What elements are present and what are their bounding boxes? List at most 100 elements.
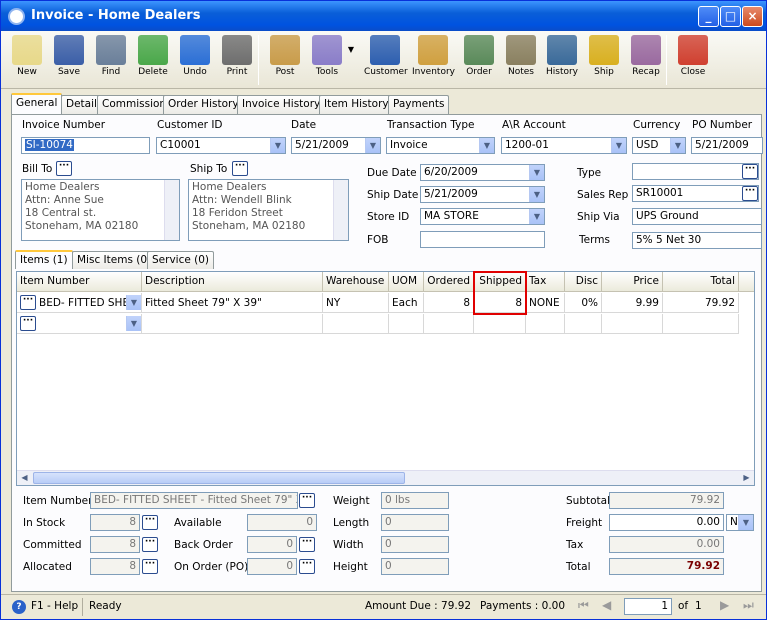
in-stock-ellipsis-button[interactable]: ···: [142, 515, 158, 530]
maximize-button[interactable]: □: [720, 6, 741, 27]
column-header-tax[interactable]: Tax: [526, 272, 565, 292]
due-date-select[interactable]: 6/20/2009 ▼: [420, 164, 545, 181]
column-header-total[interactable]: Total: [663, 272, 739, 292]
cell-description[interactable]: Fitted Sheet 79" X 39": [142, 293, 323, 313]
chevron-down-icon[interactable]: ▼: [738, 515, 753, 530]
cell-item-number[interactable]: ··· ▼: [17, 314, 142, 334]
scroll-right-button[interactable]: ▶: [739, 471, 754, 485]
tools-button[interactable]: Tools ▼: [306, 33, 354, 87]
order-button[interactable]: Order: [458, 33, 500, 87]
bill-to-ellipsis-button[interactable]: ···: [56, 161, 72, 176]
freight-code-select[interactable]: N ▼: [726, 514, 754, 531]
cell-warehouse[interactable]: [323, 314, 389, 334]
column-header-disc[interactable]: Disc: [565, 272, 602, 292]
print-button[interactable]: Print: [216, 33, 258, 87]
store-id-select[interactable]: MA STORE ▼: [420, 208, 545, 225]
type-ellipsis-button[interactable]: ···: [742, 164, 758, 179]
cell-disc[interactable]: 0%: [565, 293, 602, 313]
chevron-down-icon[interactable]: ▼: [270, 138, 285, 153]
cell-warehouse[interactable]: NY: [323, 293, 389, 313]
scroll-left-button[interactable]: ◀: [17, 471, 32, 485]
cell-disc[interactable]: [565, 314, 602, 334]
chevron-down-icon[interactable]: ▼: [529, 165, 544, 180]
terms-field[interactable]: 5% 5 Net 30: [632, 232, 762, 249]
history-button[interactable]: History: [541, 33, 583, 87]
cell-total[interactable]: [663, 314, 739, 334]
chevron-down-icon[interactable]: ▼: [479, 138, 494, 153]
post-button[interactable]: Post: [264, 33, 306, 87]
subtab-misc-items[interactable]: Misc Items (0): [72, 251, 157, 269]
ship-button[interactable]: Ship: [583, 33, 625, 87]
item-number-ellipsis-button[interactable]: ···: [299, 493, 315, 508]
ship-via-field[interactable]: UPS Ground: [632, 208, 762, 225]
tab-invoice-history[interactable]: Invoice History: [237, 95, 326, 114]
invoice-number-field[interactable]: SI-10074: [21, 137, 150, 154]
tab-order-history[interactable]: Order History: [163, 95, 244, 114]
minimize-button[interactable]: _: [698, 6, 719, 27]
ship-date-select[interactable]: 5/21/2009 ▼: [420, 186, 545, 203]
freight-field[interactable]: 0.00: [609, 514, 724, 531]
cell-price[interactable]: 9.99: [602, 293, 663, 313]
cell-tax[interactable]: NONE: [526, 293, 565, 313]
prev-page-icon[interactable]: ◀: [602, 598, 611, 612]
subtab-service[interactable]: Service (0): [147, 251, 215, 269]
column-header-price[interactable]: Price: [602, 272, 663, 292]
chevron-down-icon[interactable]: ▼: [348, 45, 354, 54]
ship-to-address[interactable]: Home Dealers Attn: Wendell Blink 18 Feri…: [188, 179, 349, 241]
page-number-field[interactable]: 1: [624, 598, 672, 615]
first-page-icon[interactable]: ⏮: [578, 598, 589, 613]
customer-button[interactable]: Customer: [364, 33, 408, 87]
chevron-down-icon[interactable]: ▼: [365, 138, 380, 153]
cell-uom[interactable]: [389, 314, 424, 334]
fob-field[interactable]: [420, 231, 545, 248]
help-icon[interactable]: ?: [12, 600, 26, 614]
type-field[interactable]: [632, 163, 759, 180]
tab-detail[interactable]: Detail: [61, 95, 102, 114]
ar-account-select[interactable]: 1200-01 ▼: [501, 137, 627, 154]
ship-to-ellipsis-button[interactable]: ···: [232, 161, 248, 176]
on-order-ellipsis-button[interactable]: ···: [299, 559, 315, 574]
cell-uom[interactable]: Each: [389, 293, 424, 313]
po-number-field[interactable]: 5/21/2009: [691, 137, 763, 154]
delete-button[interactable]: Delete: [132, 33, 174, 87]
tab-general[interactable]: General: [11, 93, 63, 115]
address-scrollbar[interactable]: [333, 180, 348, 240]
chevron-down-icon[interactable]: ▼: [529, 187, 544, 202]
customer-id-select[interactable]: C10001 ▼: [156, 137, 286, 154]
ellipsis-icon[interactable]: ···: [20, 316, 36, 331]
address-scrollbar[interactable]: [164, 180, 179, 240]
back-order-ellipsis-button[interactable]: ···: [299, 537, 315, 552]
ellipsis-icon[interactable]: ···: [20, 295, 36, 310]
column-header-item-number[interactable]: Item Number: [17, 272, 142, 292]
column-header-description[interactable]: Description: [142, 272, 323, 292]
undo-button[interactable]: Undo: [174, 33, 216, 87]
tab-payments[interactable]: Payments: [388, 95, 450, 114]
tab-item-history[interactable]: Item History: [319, 95, 394, 114]
cell-shipped[interactable]: [474, 314, 526, 334]
cell-item-number[interactable]: ··· ▼ BED- FITTED SHEE: [17, 293, 142, 313]
horizontal-scrollbar[interactable]: ◀ ▶: [17, 470, 754, 485]
item-number-field[interactable]: BED- FITTED SHEET - Fitted Sheet 79" X 3…: [90, 492, 298, 509]
column-header-warehouse[interactable]: Warehouse: [323, 272, 389, 292]
next-page-icon[interactable]: ▶: [720, 598, 729, 612]
scroll-thumb[interactable]: [33, 472, 405, 484]
sales-rep-field[interactable]: SR10001: [632, 185, 759, 202]
column-header-uom[interactable]: UOM: [389, 272, 424, 292]
tab-commission[interactable]: Commission: [97, 95, 172, 114]
currency-select[interactable]: USD ▼: [632, 137, 686, 154]
date-select[interactable]: 5/21/2009 ▼: [291, 137, 381, 154]
cell-description[interactable]: [142, 314, 323, 334]
cell-total[interactable]: 79.92: [663, 293, 739, 313]
column-header-ordered[interactable]: Ordered: [424, 272, 474, 292]
last-page-icon[interactable]: ⏭: [743, 598, 754, 613]
subtab-items[interactable]: Items (1): [15, 250, 73, 269]
transaction-type-select[interactable]: Invoice ▼: [386, 137, 495, 154]
recap-button[interactable]: Recap: [625, 33, 667, 87]
close-button[interactable]: Close: [672, 33, 714, 87]
cell-ordered[interactable]: 8: [424, 293, 474, 313]
chevron-down-icon[interactable]: ▼: [529, 209, 544, 224]
chevron-down-icon[interactable]: ▼: [126, 295, 141, 310]
help-text[interactable]: F1 - Help: [31, 600, 78, 612]
bill-to-address[interactable]: Home Dealers Attn: Anne Sue 18 Central s…: [21, 179, 180, 241]
notes-button[interactable]: Notes: [500, 33, 542, 87]
